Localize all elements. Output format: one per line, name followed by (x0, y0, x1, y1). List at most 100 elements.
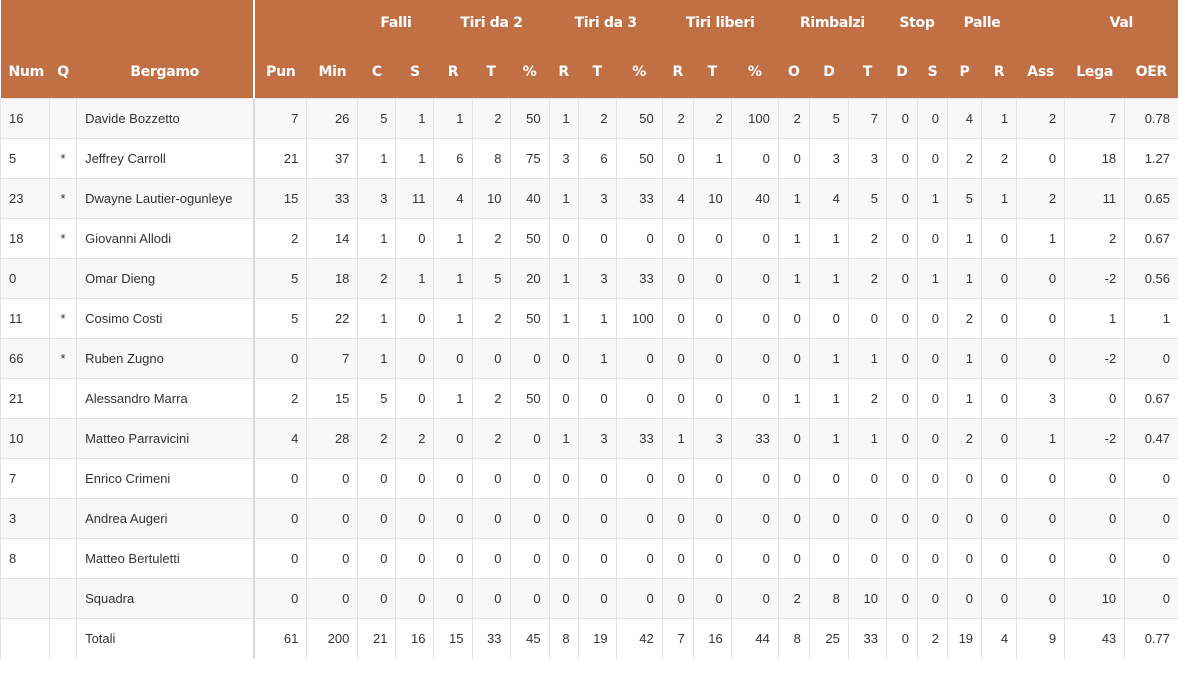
column-header[interactable]: O (778, 46, 810, 99)
group-header: Rimbalzi (778, 0, 887, 46)
column-header[interactable]: Ass (1016, 46, 1065, 99)
stat-cell: 1 (777, 378, 810, 419)
stat-cell: 50 (509, 298, 550, 339)
player-row: 21 Alessandro Marra 2 15 5 0 1 2 50 0 0 0 0 0 0 1 1 2 0 0 1 0… (0, 378, 1178, 419)
column-header[interactable]: T (472, 46, 511, 99)
stat-cell: 10 (1064, 578, 1125, 619)
stat-cell: 0 (981, 298, 1017, 339)
stat-cell: 0 (885, 498, 918, 539)
column-header[interactable]: Num (0, 46, 50, 99)
stat-cell: 1 (548, 418, 579, 459)
stat-cell: 26 (306, 98, 358, 139)
stat-cell: 0 (916, 538, 948, 579)
stat-cell: 0 (1124, 578, 1178, 619)
stat-cell: 1 (1016, 418, 1065, 459)
column-header[interactable]: P (947, 46, 982, 99)
stat-cell: 2 (981, 138, 1017, 179)
stat-cell: 3 (357, 178, 396, 219)
stat-cell: 0.56 (1124, 258, 1178, 299)
stat-cell: 2 (1064, 218, 1125, 259)
column-header[interactable]: R (549, 46, 579, 99)
jersey-number: 0 (0, 258, 50, 299)
stat-cell: 0 (916, 578, 948, 619)
stat-cell: 1 (433, 218, 472, 259)
stat-cell: 0 (577, 458, 617, 499)
column-header[interactable]: R (981, 46, 1017, 99)
stat-cell: 0 (946, 458, 982, 499)
player-name[interactable]: Giovanni Allodi (76, 218, 254, 259)
stat-cell: 0 (357, 498, 396, 539)
stat-cell: 4 (661, 178, 694, 219)
stat-cell: 0 (433, 498, 472, 539)
column-header[interactable]: C (357, 46, 396, 99)
player-name[interactable]: Davide Bozzetto (76, 98, 254, 139)
column-header[interactable]: Pun (252, 46, 307, 99)
column-header[interactable]: T (848, 46, 887, 99)
column-header[interactable]: D (809, 46, 849, 99)
column-header[interactable]: % (510, 46, 550, 99)
stat-cell: 0 (916, 298, 948, 339)
column-header[interactable]: T (578, 46, 617, 99)
player-name[interactable]: Andrea Augeri (76, 498, 254, 539)
stat-cell: 1 (808, 378, 849, 419)
column-header[interactable]: Min (306, 46, 358, 99)
player-name[interactable]: Omar Dieng (76, 258, 254, 299)
group-header: Stop (886, 0, 948, 46)
stat-cell: 0 (808, 538, 849, 579)
jersey-number: 16 (0, 98, 50, 139)
column-header[interactable]: S (395, 46, 434, 99)
stat-cell: 2 (1016, 98, 1065, 139)
stat-cell: 1 (1124, 298, 1178, 339)
jersey-number (0, 578, 50, 619)
stat-cell: 33 (730, 418, 779, 459)
stat-cell: 0 (981, 458, 1017, 499)
stat-cell: 21 (357, 618, 396, 659)
stat-cell: 0 (777, 338, 810, 379)
stat-cell: 2 (777, 578, 810, 619)
stat-cell: 0 (808, 498, 849, 539)
column-header[interactable]: % (731, 46, 779, 99)
stat-cell: 0 (1016, 298, 1065, 339)
stat-cell: 0 (981, 258, 1017, 299)
stat-cell: 0.77 (1124, 618, 1178, 659)
player-name[interactable]: Matteo Bertuletti (76, 538, 254, 579)
stat-cell: 0 (548, 218, 579, 259)
player-name[interactable]: Ruben Zugno (76, 338, 254, 379)
player-name[interactable]: Dwayne Lautier-ogunleye (76, 178, 254, 219)
stat-cell: 5 (357, 378, 396, 419)
player-row: Squadra 0 0 0 0 0 0 0 0 0 0 0 0 0 2 8 10 0 0 0 0 0 10 0 (0, 578, 1178, 619)
player-name[interactable]: Matteo Parravicini (76, 418, 254, 459)
stat-cell: 0 (916, 458, 948, 499)
player-name[interactable]: Jeffrey Carroll (76, 138, 254, 179)
column-header[interactable]: Bergamo (76, 46, 254, 99)
stat-cell: 0 (885, 98, 918, 139)
player-row: 5 * Jeffrey Carroll 21 37 1 1 6 8 75 3 6 50 0 1 0 0 3 3 0 0 2… (0, 138, 1178, 179)
stat-cell: 1 (808, 258, 849, 299)
stat-cell: 0 (885, 538, 918, 579)
column-header[interactable]: T (693, 46, 732, 99)
column-header[interactable]: R (662, 46, 694, 99)
stat-cell: 0 (916, 218, 948, 259)
column-header[interactable]: D (886, 46, 918, 99)
stat-cell: 33 (847, 618, 887, 659)
player-name[interactable]: Cosimo Costi (76, 298, 254, 339)
column-header[interactable]: R (433, 46, 472, 99)
group-header-row: Falli Tiri da 2 Tiri da 3 Tiri liberi Rimbal… (0, 0, 1178, 46)
player-name[interactable]: Squadra (76, 578, 254, 619)
starter-marker (49, 578, 77, 619)
column-header[interactable]: OER (1124, 46, 1178, 99)
player-name[interactable]: Totali (76, 618, 254, 659)
player-name[interactable]: Alessandro Marra (76, 378, 254, 419)
stat-cell: 1 (847, 418, 887, 459)
stat-cell: 0 (661, 218, 694, 259)
stat-cell: 2 (847, 218, 887, 259)
column-header[interactable]: S (917, 46, 948, 99)
column-header[interactable]: % (616, 46, 663, 99)
column-header[interactable]: Q (49, 46, 77, 99)
player-name[interactable]: Enrico Crimeni (76, 458, 254, 499)
stat-cell: 0 (730, 298, 779, 339)
stat-cell: 0.67 (1124, 378, 1178, 419)
stat-cell: 0 (885, 218, 918, 259)
stat-cell: 0 (692, 458, 732, 499)
column-header[interactable]: Lega (1064, 46, 1125, 99)
